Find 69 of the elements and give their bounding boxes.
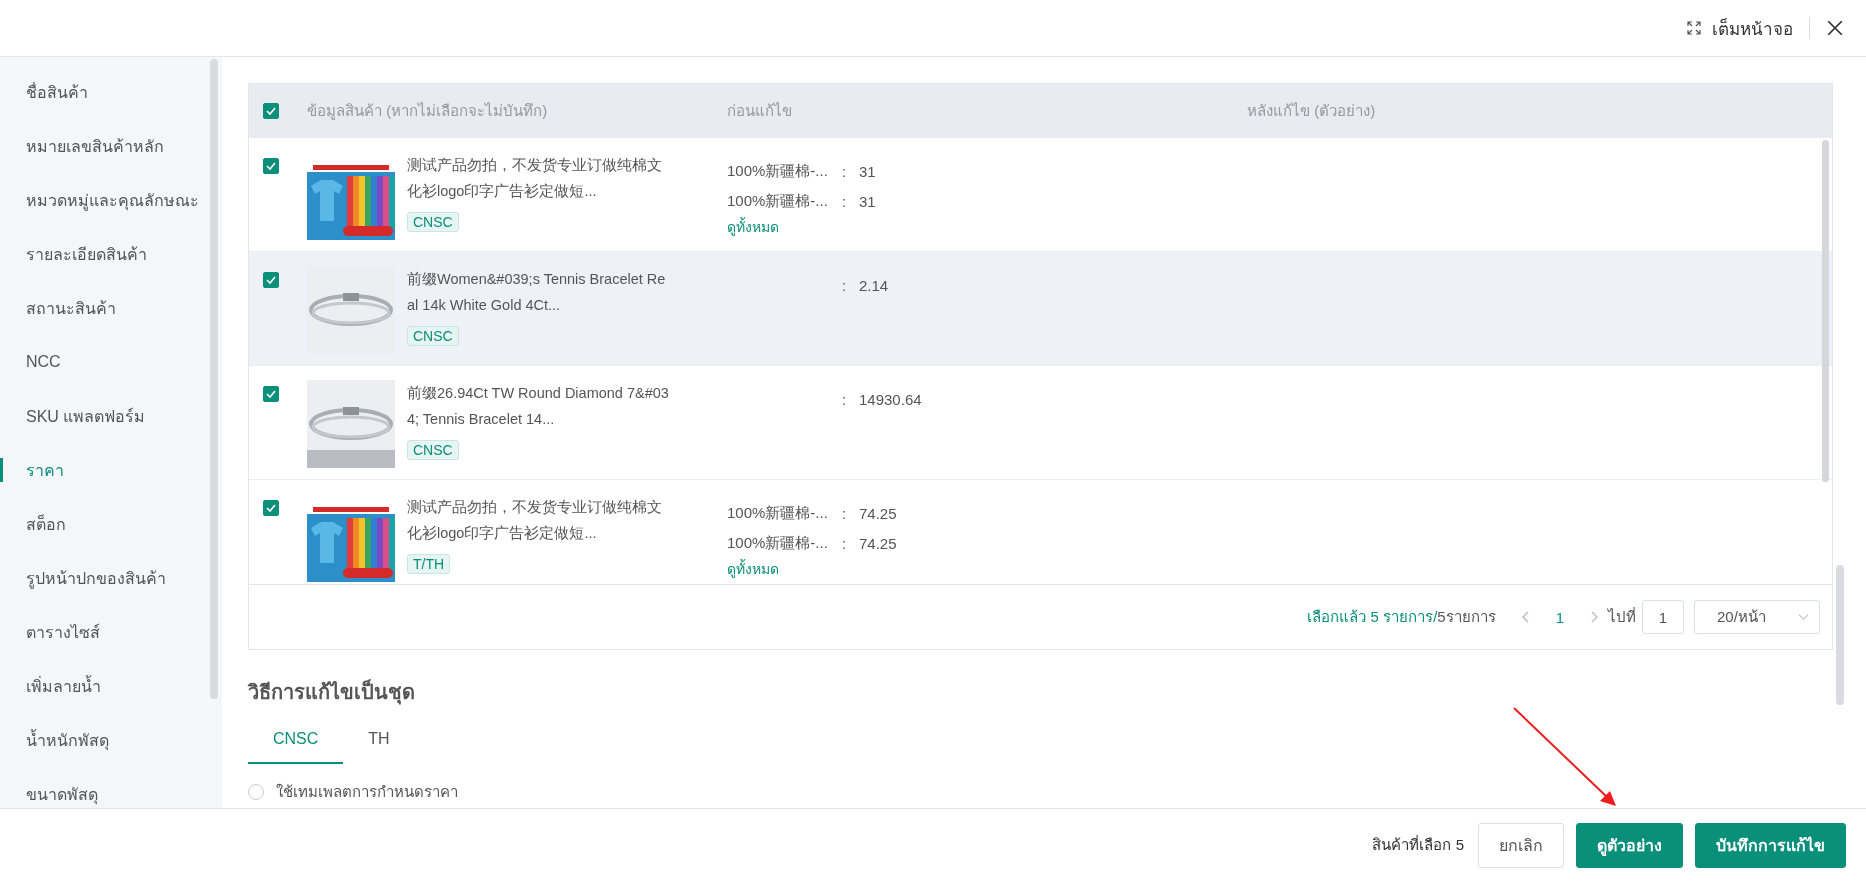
page-size-select[interactable]: 20/หน้า <box>1694 600 1820 634</box>
save-button[interactable]: บันทึกการแก้ไข <box>1695 822 1846 868</box>
product-name: 前缀Women&#039;s Tennis Bracelet Real 14k White Gold 4Ct... <box>407 270 667 315</box>
price-value: 74.25 <box>859 504 897 522</box>
row-checkbox[interactable] <box>263 158 279 174</box>
store-tag: CNSC <box>407 440 459 460</box>
variant-label: 100%新疆棉-... <box>727 533 828 551</box>
sidebar-item[interactable]: ชื่อสินค้า <box>0 65 222 119</box>
sidebar-item[interactable]: รูปหน้าปกของสินค้า <box>0 551 222 605</box>
fullscreen-icon[interactable] <box>1686 20 1702 36</box>
scrollbar[interactable] <box>1836 565 1844 705</box>
separator: : <box>842 192 847 210</box>
column-header: ข้อมูลสินค้า (หากไม่เลือกจะไม่บันทึก) <box>307 102 548 119</box>
close-icon[interactable] <box>1826 19 1844 37</box>
sidebar-item[interactable]: ตารางไซส์ <box>0 605 222 659</box>
goto-label: ไปที่ <box>1608 606 1636 627</box>
total-count: 5รายการ <box>1437 607 1496 627</box>
tab[interactable]: CNSC <box>248 730 344 764</box>
row-checkbox[interactable] <box>263 386 279 402</box>
price-value: 31 <box>859 192 876 210</box>
page-number[interactable]: 1 <box>1555 608 1564 626</box>
sidebar-item[interactable]: รายละเอียดสินค้า <box>0 227 222 281</box>
fullscreen-label[interactable]: เต็มหน้าจอ <box>1712 14 1793 42</box>
sidebar-item[interactable]: NCC <box>0 335 222 389</box>
price-value: 74.25 <box>859 534 897 552</box>
separator: : <box>842 534 847 552</box>
price-value: 31 <box>859 162 876 180</box>
separator: : <box>842 162 847 180</box>
section-title: วิธีการแก้ไขเป็นชุด <box>248 678 416 707</box>
column-header: ก่อนแก้ไข <box>727 102 792 119</box>
sidebar-item[interactable]: เพิ่มลายน้ำ <box>0 659 222 713</box>
row-checkbox[interactable] <box>263 272 279 288</box>
preview-button[interactable]: ดูตัวอย่าง <box>1576 822 1683 868</box>
product-name: 测试产品勿拍，不发货专业订做纯棉文化衫logo印字广告衫定做短... <box>407 156 663 201</box>
price-value: 2.14 <box>859 276 889 294</box>
option-label: ใช้เทมเพลตการกำหนดราคา <box>276 782 458 802</box>
column-header: หลังแก้ไข (ตัวอย่าง) <box>1247 102 1376 119</box>
row-checkbox[interactable] <box>263 500 279 516</box>
sidebar-item[interactable]: หมายเลขสินค้าหลัก <box>0 119 222 173</box>
scrollbar[interactable] <box>1822 140 1829 482</box>
tab[interactable]: TH <box>343 730 415 764</box>
store-tag: CNSC <box>407 326 459 346</box>
product-name: 测试产品勿拍，不发货专业订做纯棉文化衫logo印字广告衫定做短... <box>407 498 663 543</box>
page-input[interactable]: 1 <box>1642 600 1684 634</box>
variant-label: 100%新疆棉-... <box>727 503 828 521</box>
separator: : <box>842 504 847 522</box>
separator: : <box>842 276 847 294</box>
selected-count: เลือกแล้ว 5 รายการ/ <box>1307 607 1438 627</box>
product-name: 前缀26.94Ct TW Round Diamond 7&#034; Tennis Bracelet 14... <box>407 384 669 429</box>
view-all-link[interactable]: ดูทั้งหมด <box>727 561 779 577</box>
cancel-button[interactable]: ยกเลิก <box>1478 822 1564 868</box>
sidebar-item[interactable]: สถานะสินค้า <box>0 281 222 335</box>
separator: : <box>842 390 847 408</box>
store-tag: T/TH <box>407 554 451 574</box>
sidebar-item[interactable]: ขนาดพัสดุ <box>0 767 222 808</box>
scrollbar[interactable] <box>210 59 218 699</box>
sidebar-item[interactable]: น้ำหนักพัสดุ <box>0 713 222 767</box>
sidebar-item[interactable]: SKU แพลตฟอร์ม <box>0 389 222 443</box>
variant-label: 100%新疆棉-... <box>727 161 828 179</box>
variant-label: 100%新疆棉-... <box>727 191 828 209</box>
sidebar-item[interactable]: หมวดหมู่และคุณลักษณะ <box>0 173 222 227</box>
price-value: 14930.64 <box>859 390 922 408</box>
store-tag: CNSC <box>407 212 459 232</box>
view-all-link[interactable]: ดูทั้งหมด <box>727 219 779 235</box>
selected-count: สินค้าที่เลือก 5 <box>1372 834 1464 855</box>
sidebar-item[interactable]: ราคา <box>0 443 222 497</box>
sidebar-item[interactable]: สต็อก <box>0 497 222 551</box>
select-all-checkbox[interactable] <box>263 102 279 119</box>
table-row[interactable]: 前缀Women&#039;s Tennis Bracelet Real 14k White Gold 4Ct... CNSC : 2.14 <box>249 252 1832 366</box>
